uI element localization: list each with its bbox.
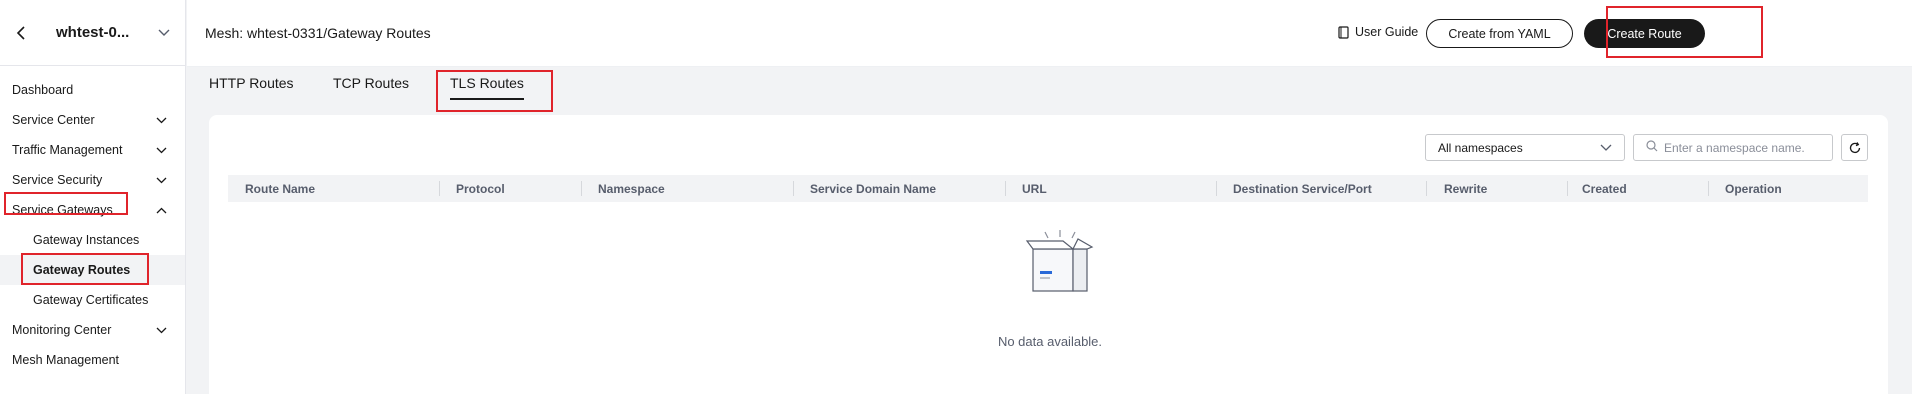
- table-header: Route Name Protocol Namespace Service Do…: [228, 175, 1868, 202]
- breadcrumb: Mesh: whtest-0331/Gateway Routes: [205, 25, 431, 41]
- create-from-yaml-button[interactable]: Create from YAML: [1426, 19, 1573, 48]
- chevron-down-icon: [1600, 141, 1612, 155]
- refresh-icon: [1849, 141, 1860, 153]
- empty-box-icon: [1025, 230, 1094, 292]
- column-divider: [439, 181, 440, 196]
- namespace-search[interactable]: [1633, 134, 1833, 161]
- tab-http-routes[interactable]: HTTP Routes: [209, 75, 294, 91]
- sidebar-item-label: Gateway Certificates: [33, 293, 149, 307]
- sidebar-item-label: Monitoring Center: [12, 323, 112, 337]
- sidebar-item-dashboard[interactable]: Dashboard: [0, 75, 185, 105]
- sidebar-item-label: Gateway Instances: [33, 233, 140, 247]
- column-divider: [1005, 181, 1006, 196]
- chevron-down-icon: [155, 114, 167, 126]
- tab-tls-routes[interactable]: TLS Routes: [450, 75, 524, 91]
- sidebar-item-label: Dashboard: [12, 83, 74, 97]
- sidebar-item-gateway-routes[interactable]: Gateway Routes: [0, 255, 185, 285]
- column-header-operation: Operation: [1725, 181, 1782, 196]
- column-divider: [1708, 181, 1709, 196]
- user-guide-link[interactable]: User Guide: [1338, 25, 1418, 39]
- sidebar-item-label: Service Gateways: [12, 203, 113, 217]
- sidebar: whtest-0... Dashboard Service Center Tra…: [0, 0, 186, 394]
- column-divider: [1216, 181, 1217, 196]
- sidebar-item-traffic-management[interactable]: Traffic Management: [0, 135, 185, 165]
- tab-tcp-routes[interactable]: TCP Routes: [333, 75, 409, 91]
- empty-state: [990, 227, 1110, 297]
- back-arrow-icon[interactable]: [12, 23, 30, 43]
- column-divider: [1426, 181, 1427, 196]
- column-header-url: URL: [1022, 181, 1047, 196]
- sidebar-item-label: Service Security: [12, 173, 103, 187]
- sidebar-item-monitoring-center[interactable]: Monitoring Center: [0, 315, 185, 345]
- sidebar-item-service-gateways[interactable]: Service Gateways: [0, 195, 185, 225]
- book-icon: [1338, 25, 1349, 39]
- sidebar-menu: Dashboard Service Center Traffic Managem…: [0, 66, 185, 375]
- column-divider: [793, 181, 794, 196]
- namespace-select[interactable]: All namespaces: [1425, 134, 1625, 161]
- chevron-down-icon[interactable]: [155, 23, 173, 43]
- column-header-rewrite: Rewrite: [1444, 181, 1488, 196]
- search-icon: [1646, 139, 1658, 157]
- chevron-down-icon: [155, 144, 167, 156]
- chevron-down-icon: [155, 324, 167, 336]
- column-header-namespace: Namespace: [598, 181, 665, 196]
- chevron-up-icon: [155, 204, 167, 216]
- namespace-select-value: All namespaces: [1438, 140, 1523, 155]
- sidebar-item-service-center[interactable]: Service Center: [0, 105, 185, 135]
- column-header-created: Created: [1582, 181, 1627, 196]
- sidebar-item-label: Service Center: [12, 113, 95, 127]
- column-header-route-name: Route Name: [245, 181, 316, 196]
- sidebar-item-label: Mesh Management: [12, 353, 120, 367]
- column-divider: [581, 181, 582, 196]
- user-guide-label: User Guide: [1355, 25, 1419, 39]
- sidebar-item-label: Traffic Management: [12, 143, 123, 157]
- sidebar-item-gateway-instances[interactable]: Gateway Instances: [0, 225, 185, 255]
- sidebar-header: whtest-0...: [0, 0, 185, 66]
- chevron-down-icon: [155, 174, 167, 186]
- active-tab-indicator: [450, 98, 524, 100]
- namespace-search-input[interactable]: [1664, 140, 1824, 155]
- column-divider: [1567, 181, 1568, 196]
- column-header-destination-service-port: Destination Service/Port: [1233, 181, 1372, 196]
- sidebar-item-service-security[interactable]: Service Security: [0, 165, 185, 195]
- mesh-name-title: whtest-0...: [56, 24, 130, 41]
- refresh-button[interactable]: [1841, 134, 1868, 161]
- sidebar-item-gateway-certificates[interactable]: Gateway Certificates: [0, 285, 185, 315]
- app-root: whtest-0... Dashboard Service Center Tra…: [0, 0, 1912, 394]
- create-route-button[interactable]: Create Route: [1584, 19, 1705, 48]
- sidebar-item-mesh-management[interactable]: Mesh Management: [0, 345, 185, 375]
- column-header-service-domain-name: Service Domain Name: [810, 181, 937, 196]
- column-header-protocol: Protocol: [456, 181, 505, 196]
- empty-state-text: No data available.: [997, 334, 1103, 349]
- sidebar-item-label: Gateway Routes: [33, 263, 131, 277]
